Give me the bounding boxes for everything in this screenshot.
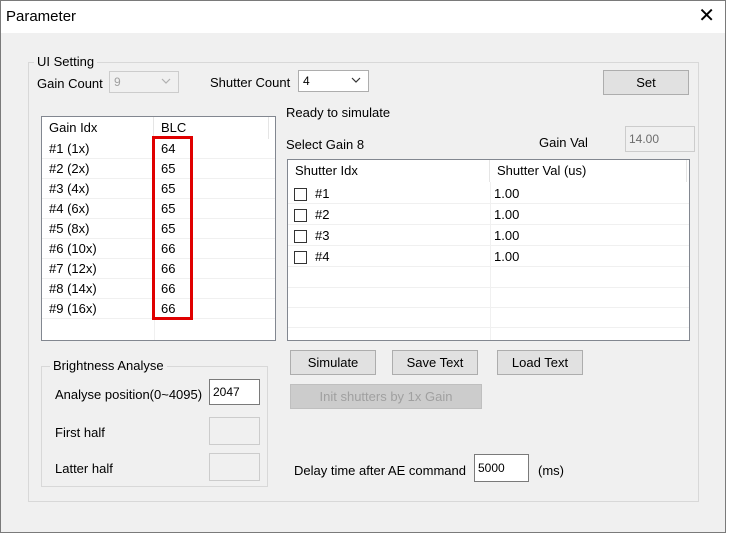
blc-cell: 65 xyxy=(161,221,176,236)
delay-label: Delay time after AE command xyxy=(294,463,466,478)
gain-idx-cell: #4 (6x) xyxy=(49,201,90,216)
table-row[interactable]: #1 (1x) 64 xyxy=(42,139,275,159)
load-text-button[interactable]: Load Text xyxy=(497,350,583,375)
latter-half-field[interactable] xyxy=(209,453,260,481)
chevron-down-icon xyxy=(351,77,361,83)
shutter-idx-cell: #4 xyxy=(315,249,330,264)
blc-cell: 66 xyxy=(161,261,176,276)
table-row[interactable]: #4 1.00 xyxy=(288,247,689,267)
gain-idx-cell: #7 (12x) xyxy=(49,261,97,276)
blc-cell: 65 xyxy=(161,181,176,196)
blc-cell: 65 xyxy=(161,201,176,216)
title-bar: Parameter ✕ xyxy=(1,1,725,33)
blc-cell: 66 xyxy=(161,281,176,296)
shutter-checkbox[interactable] xyxy=(294,209,307,222)
shutter-val-cell: 1.00 xyxy=(494,207,520,222)
table-row[interactable]: #2 1.00 xyxy=(288,205,689,225)
table-row xyxy=(288,308,689,328)
chevron-down-icon xyxy=(161,78,171,84)
init-shutters-button[interactable]: Init shutters by 1x Gain xyxy=(290,384,482,409)
shutter-idx-cell: #1 xyxy=(315,186,330,201)
table-row xyxy=(288,268,689,288)
blc-header[interactable]: BLC xyxy=(154,117,269,139)
shutter-checkbox[interactable] xyxy=(294,251,307,264)
save-text-button[interactable]: Save Text xyxy=(392,350,478,375)
table-row xyxy=(288,288,689,308)
table-row[interactable]: #9 (16x) 66 xyxy=(42,299,275,319)
shutter-idx-cell: #2 xyxy=(315,207,330,222)
gain-idx-header[interactable]: Gain Idx xyxy=(42,117,154,139)
gain-count-select[interactable]: 9 xyxy=(109,71,179,93)
blc-cell: 66 xyxy=(161,241,176,256)
shutter-table[interactable]: Shutter Idx Shutter Val (us) #1 1.00 #2 … xyxy=(287,159,690,341)
gain-idx-cell: #2 (2x) xyxy=(49,161,90,176)
gain-idx-cell: #3 (4x) xyxy=(49,181,90,196)
gain-table[interactable]: Gain Idx BLC #1 (1x) 64 #2 (2x) 65 #3 (4… xyxy=(41,116,276,341)
blc-cell: 66 xyxy=(161,301,176,316)
table-row[interactable]: #3 (4x) 65 xyxy=(42,179,275,199)
table-row[interactable]: #8 (14x) 66 xyxy=(42,279,275,299)
table-row[interactable]: #3 1.00 xyxy=(288,226,689,246)
shutter-count-value: 4 xyxy=(303,74,310,88)
delay-unit: (ms) xyxy=(538,463,564,478)
gain-idx-cell: #9 (16x) xyxy=(49,301,97,316)
simulate-button[interactable]: Simulate xyxy=(290,350,376,375)
gain-count-label: Gain Count xyxy=(37,76,103,91)
shutter-checkbox[interactable] xyxy=(294,230,307,243)
shutter-idx-header[interactable]: Shutter Idx xyxy=(288,160,490,182)
first-half-label: First half xyxy=(55,425,105,440)
shutter-count-label: Shutter Count xyxy=(210,75,291,90)
shutter-val-header[interactable]: Shutter Val (us) xyxy=(490,160,687,182)
gain-idx-cell: #8 (14x) xyxy=(49,281,97,296)
table-row[interactable]: #6 (10x) 66 xyxy=(42,239,275,259)
analyse-position-field[interactable] xyxy=(209,379,260,405)
blc-cell: 65 xyxy=(161,161,176,176)
table-row[interactable]: #1 1.00 xyxy=(288,184,689,204)
window-title: Parameter xyxy=(6,8,77,25)
ui-setting-group-title: UI Setting xyxy=(34,54,98,69)
analyse-position-label: Analyse position(0~4095) xyxy=(55,387,203,402)
shutter-count-select[interactable]: 4 xyxy=(298,70,369,92)
status-text: Ready to simulate xyxy=(286,105,391,120)
parameter-dialog: Parameter ✕ UI Setting Gain Count 9 Shut… xyxy=(0,0,726,533)
table-row[interactable]: #5 (8x) 65 xyxy=(42,219,275,239)
gain-count-value: 9 xyxy=(114,75,121,89)
shutter-val-cell: 1.00 xyxy=(494,228,520,243)
close-icon[interactable]: ✕ xyxy=(698,5,715,27)
shutter-checkbox[interactable] xyxy=(294,188,307,201)
table-row[interactable]: #7 (12x) 66 xyxy=(42,259,275,279)
delay-field[interactable] xyxy=(474,454,529,482)
table-row[interactable]: #2 (2x) 65 xyxy=(42,159,275,179)
select-gain-text: Select Gain 8 xyxy=(286,137,365,152)
shutter-val-cell: 1.00 xyxy=(494,186,520,201)
brightness-analyse-title: Brightness Analyse xyxy=(50,358,167,373)
gain-idx-cell: #6 (10x) xyxy=(49,241,97,256)
gain-idx-cell: #1 (1x) xyxy=(49,141,90,156)
shutter-idx-cell: #3 xyxy=(315,228,330,243)
gain-idx-cell: #5 (8x) xyxy=(49,221,90,236)
shutter-val-cell: 1.00 xyxy=(494,249,520,264)
first-half-field[interactable] xyxy=(209,417,260,445)
set-button[interactable]: Set xyxy=(603,70,689,95)
gain-val-label: Gain Val xyxy=(539,135,588,150)
latter-half-label: Latter half xyxy=(55,461,113,476)
gain-val-field[interactable] xyxy=(625,126,695,152)
blc-cell: 64 xyxy=(161,141,176,156)
table-row[interactable]: #4 (6x) 65 xyxy=(42,199,275,219)
